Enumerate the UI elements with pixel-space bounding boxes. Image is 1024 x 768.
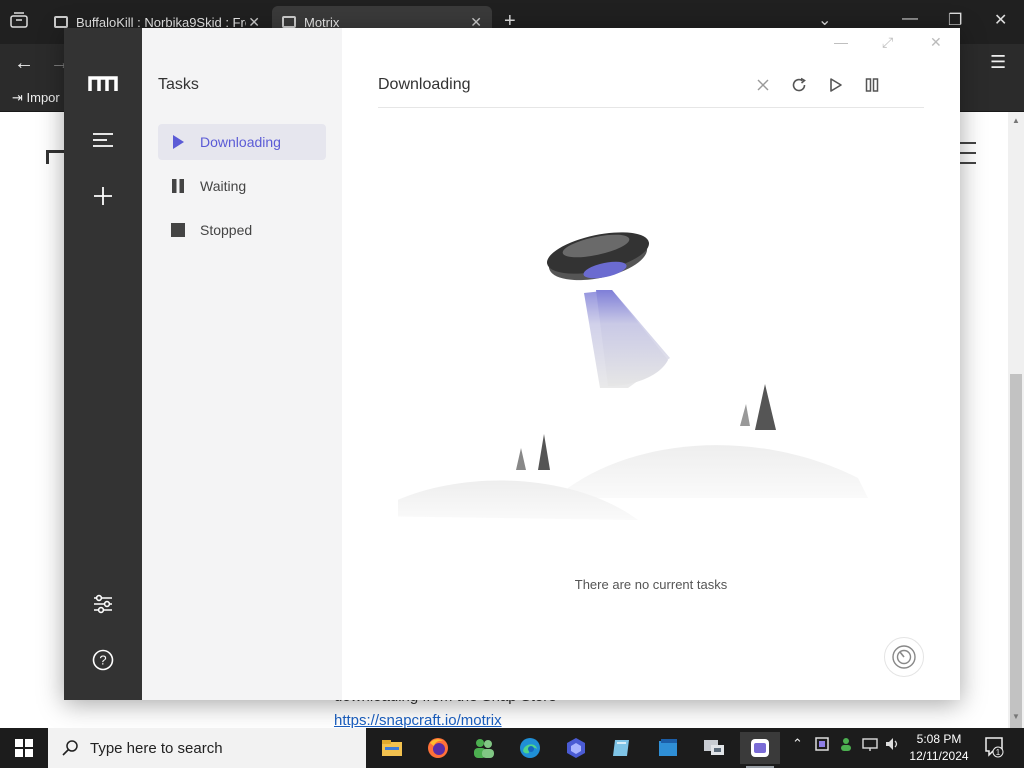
tab-list-chevron-icon[interactable]: ⌄ [818,10,831,30]
help-icon[interactable]: ? [88,645,118,675]
nav-item-waiting[interactable]: Waiting [158,168,326,204]
tray-overflow-icon[interactable]: ⌃ [792,736,803,752]
search-placeholder: Type here to search [90,739,223,757]
search-icon [62,740,78,756]
empty-state-message: There are no current tasks [574,577,728,592]
ufo-illustration [368,198,898,543]
network-icon[interactable] [862,736,878,755]
people-tray-icon[interactable] [838,736,854,755]
people-app-icon[interactable] [464,732,504,764]
refresh-icon[interactable] [788,74,810,96]
svg-text:?: ? [99,653,106,668]
volume-icon[interactable] [884,736,900,755]
header-divider [378,107,924,108]
pause-all-icon[interactable] [861,74,883,96]
import-label: Impor [26,90,60,105]
system-clock[interactable]: 5:08 PM 12/11/2024 [904,731,974,765]
clock-date: 12/11/2024 [909,749,969,763]
remote-desktop-icon[interactable] [694,732,734,764]
app-store-icon[interactable] [556,732,596,764]
page-scrollbar[interactable]: ▲ ▼ [1008,112,1024,760]
notes-app-icon[interactable] [602,732,642,764]
scroll-down-icon[interactable]: ▼ [1012,712,1020,721]
nav-item-downloading[interactable]: Downloading [158,124,326,160]
tray-app-icon[interactable] [814,736,830,755]
motrix-window: ? Tasks Downloading Waiting Stopped — ⤢ … [64,28,960,700]
taskbar-search-input[interactable]: Type here to search [48,728,366,768]
clock-time: 5:08 PM [916,732,962,746]
snapcraft-link[interactable]: https://snapcraft.io/motrix [334,712,502,729]
delete-tasks-icon[interactable] [752,74,774,96]
scroll-up-icon[interactable]: ▲ [1012,116,1020,125]
windows-taskbar: Type here to search ⌃ 5:08 PM 12/11/2024… [0,728,1024,768]
speedometer-icon[interactable] [884,637,924,677]
task-main-panel: — ⤢ ✕ Downloading There are no current t… [342,28,960,700]
nav-label: Waiting [200,178,247,194]
motrix-logo-icon [88,76,118,92]
back-arrow-icon[interactable]: ← [14,52,34,75]
preferences-icon[interactable] [88,589,118,619]
nav-label: Stopped [200,222,253,238]
pause-icon [170,178,186,194]
menu-icon[interactable] [88,125,118,155]
import-bookmarks-link[interactable]: ⇥ Impor [12,90,60,106]
file-explorer-icon[interactable] [372,732,412,764]
site-logo-icon [46,150,64,164]
stop-icon [170,222,186,238]
nav-item-stopped[interactable]: Stopped [158,212,326,248]
browser-menu-icon[interactable]: ☰ [990,52,1006,73]
close-window-icon[interactable]: ✕ [994,10,1007,30]
resume-all-icon[interactable] [825,74,847,96]
add-task-icon[interactable] [88,181,118,211]
notification-count: 1 [996,748,1001,757]
minimize-icon[interactable]: — [902,10,918,28]
notification-center-icon[interactable]: 1 [984,736,1004,758]
page-title: Downloading [378,76,471,93]
nav-label: Downloading [200,134,281,150]
motrix-close-icon[interactable]: ✕ [930,34,942,51]
motrix-taskbar-icon[interactable] [740,732,780,768]
motrix-maximize-icon[interactable]: ⤢ [882,34,893,51]
motrix-rail: ? [64,28,142,700]
tab-favicon-icon [282,16,296,28]
motrix-minimize-icon[interactable]: — [834,34,848,50]
tab-actions-icon[interactable] [10,12,30,32]
windows-start-icon[interactable] [0,728,48,768]
tab-favicon-icon [54,16,68,28]
task-sidebar: Tasks Downloading Waiting Stopped [142,28,342,700]
firefox-icon[interactable] [418,732,458,764]
edge-icon[interactable] [510,732,550,764]
restore-icon[interactable]: ❐ [948,10,962,30]
scrollbar-thumb[interactable] [1010,374,1022,760]
windows-app-icon[interactable] [648,732,688,764]
sidebar-title: Tasks [158,76,199,93]
play-icon [170,134,186,150]
